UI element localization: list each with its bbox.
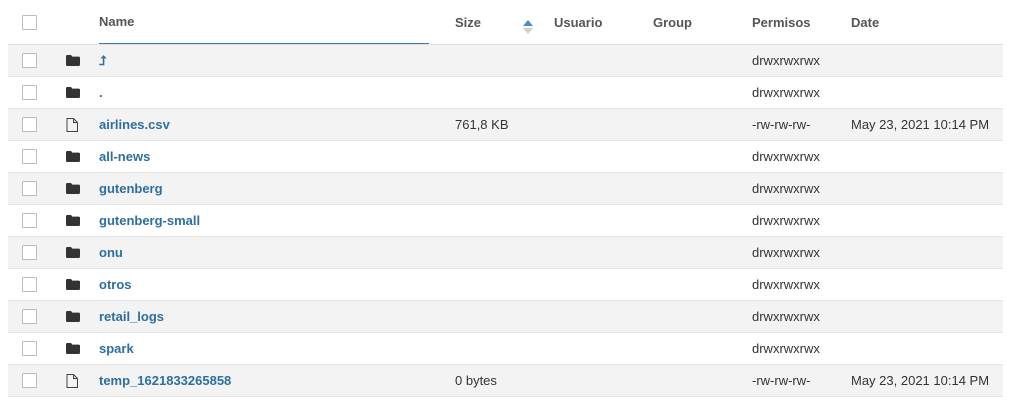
file-name-link[interactable]: onu bbox=[99, 245, 123, 260]
row-checkbox-cell bbox=[22, 269, 37, 300]
name-cell: retail_logs bbox=[99, 301, 164, 332]
column-header-size[interactable]: Size bbox=[455, 0, 481, 44]
row-checkbox[interactable] bbox=[22, 181, 37, 196]
row-checkbox-cell bbox=[22, 109, 37, 140]
file-name-link[interactable]: all-news bbox=[99, 149, 150, 164]
table-row[interactable]: spark drwxrwxrwx bbox=[8, 333, 1003, 365]
column-header-group[interactable]: Group bbox=[653, 0, 692, 44]
table-row[interactable]: ⮥ drwxrwxrwx bbox=[8, 45, 1003, 77]
row-checkbox-cell bbox=[22, 205, 37, 236]
size-cell: 761,8 KB bbox=[455, 117, 509, 132]
permissions-cell: drwxrwxrwx bbox=[752, 85, 820, 100]
row-checkbox-cell bbox=[22, 365, 37, 396]
name-cell: . bbox=[99, 77, 103, 108]
row-checkbox[interactable] bbox=[22, 117, 37, 132]
file-icon bbox=[66, 109, 78, 140]
table-row[interactable]: otros drwxrwxrwx bbox=[8, 269, 1003, 301]
file-name-link[interactable]: gutenberg bbox=[99, 181, 163, 196]
folder-icon bbox=[66, 205, 80, 236]
size-cell: 0 bytes bbox=[455, 373, 497, 388]
table-row[interactable]: onu drwxrwxrwx bbox=[8, 237, 1003, 269]
row-checkbox[interactable] bbox=[22, 53, 37, 68]
column-header-date[interactable]: Date bbox=[851, 0, 879, 44]
file-name-link[interactable]: airlines.csv bbox=[99, 117, 170, 132]
table-row[interactable]: gutenberg drwxrwxrwx bbox=[8, 173, 1003, 205]
row-checkbox[interactable] bbox=[22, 213, 37, 228]
table-row[interactable]: all-news drwxrwxrwx bbox=[8, 141, 1003, 173]
row-checkbox-cell bbox=[22, 141, 37, 172]
row-checkbox[interactable] bbox=[22, 149, 37, 164]
column-header-name[interactable]: Name bbox=[99, 0, 533, 44]
sort-ascending-icon[interactable] bbox=[522, 20, 534, 34]
row-checkbox[interactable] bbox=[22, 341, 37, 356]
name-cell: airlines.csv bbox=[99, 109, 170, 140]
table-row[interactable]: temp_1621833265858 0 bytes -rw-rw-rw- Ma… bbox=[8, 365, 1003, 397]
folder-icon bbox=[66, 269, 80, 300]
file-name-link[interactable]: retail_logs bbox=[99, 309, 164, 324]
folder-icon bbox=[66, 333, 80, 364]
row-checkbox[interactable] bbox=[22, 85, 37, 100]
folder-icon bbox=[66, 301, 80, 332]
select-all-cell bbox=[22, 0, 37, 44]
row-checkbox-cell bbox=[22, 301, 37, 332]
permissions-cell: -rw-rw-rw- bbox=[752, 373, 811, 388]
row-checkbox[interactable] bbox=[22, 373, 37, 388]
permissions-cell: drwxrwxrwx bbox=[752, 181, 820, 196]
permissions-cell: drwxrwxrwx bbox=[752, 309, 820, 324]
permissions-cell: drwxrwxrwx bbox=[752, 149, 820, 164]
row-checkbox-cell bbox=[22, 173, 37, 204]
date-cell: May 23, 2021 10:14 PM bbox=[851, 373, 990, 388]
table-row[interactable]: airlines.csv 761,8 KB -rw-rw-rw- May 23,… bbox=[8, 109, 1003, 141]
date-cell: May 23, 2021 10:14 PM bbox=[851, 117, 990, 132]
folder-icon bbox=[66, 173, 80, 204]
row-checkbox[interactable] bbox=[22, 277, 37, 292]
column-header-permissions[interactable]: Permisos bbox=[752, 0, 811, 44]
table-header: Name Size Usuario Group Permisos Date bbox=[8, 0, 1003, 45]
folder-icon bbox=[66, 141, 80, 172]
name-cell: onu bbox=[99, 237, 123, 268]
permissions-cell: drwxrwxrwx bbox=[752, 277, 820, 292]
select-all-checkbox[interactable] bbox=[22, 14, 37, 30]
name-cell: all-news bbox=[99, 141, 150, 172]
row-checkbox-cell bbox=[22, 77, 37, 108]
folder-icon bbox=[66, 77, 80, 108]
row-checkbox-cell bbox=[22, 333, 37, 364]
file-name-link[interactable]: otros bbox=[99, 277, 132, 292]
permissions-cell: drwxrwxrwx bbox=[752, 341, 820, 356]
folder-icon bbox=[66, 45, 80, 76]
file-browser-table: Name Size Usuario Group Permisos Date ⮥ … bbox=[8, 0, 1003, 397]
file-name-link[interactable]: spark bbox=[99, 341, 134, 356]
table-row[interactable]: gutenberg-small drwxrwxrwx bbox=[8, 205, 1003, 237]
file-name-link[interactable]: ⮥ bbox=[99, 53, 107, 69]
folder-icon bbox=[66, 237, 80, 268]
file-name-link[interactable]: temp_1621833265858 bbox=[99, 373, 231, 388]
name-cell: gutenberg bbox=[99, 173, 163, 204]
row-checkbox-cell bbox=[22, 45, 37, 76]
row-checkbox[interactable] bbox=[22, 309, 37, 324]
table-row[interactable]: retail_logs drwxrwxrwx bbox=[8, 301, 1003, 333]
row-checkbox-cell bbox=[22, 237, 37, 268]
column-header-user[interactable]: Usuario bbox=[554, 0, 602, 44]
permissions-cell: drwxrwxrwx bbox=[752, 213, 820, 228]
name-cell: ⮥ bbox=[99, 45, 107, 76]
file-name-link[interactable]: gutenberg-small bbox=[99, 213, 200, 228]
column-header-name-label: Name bbox=[99, 14, 135, 29]
file-name-link[interactable]: . bbox=[99, 85, 103, 100]
permissions-cell: drwxrwxrwx bbox=[752, 245, 820, 260]
permissions-cell: drwxrwxrwx bbox=[752, 53, 820, 68]
row-checkbox[interactable] bbox=[22, 245, 37, 260]
name-cell: gutenberg-small bbox=[99, 205, 200, 236]
name-cell: temp_1621833265858 bbox=[99, 365, 231, 396]
permissions-cell: -rw-rw-rw- bbox=[752, 117, 811, 132]
file-icon bbox=[66, 365, 78, 396]
table-body: ⮥ drwxrwxrwx . drwxrwxrwx airlines.csv 7… bbox=[8, 45, 1003, 397]
table-row[interactable]: . drwxrwxrwx bbox=[8, 77, 1003, 109]
name-cell: otros bbox=[99, 269, 132, 300]
name-cell: spark bbox=[99, 333, 134, 364]
